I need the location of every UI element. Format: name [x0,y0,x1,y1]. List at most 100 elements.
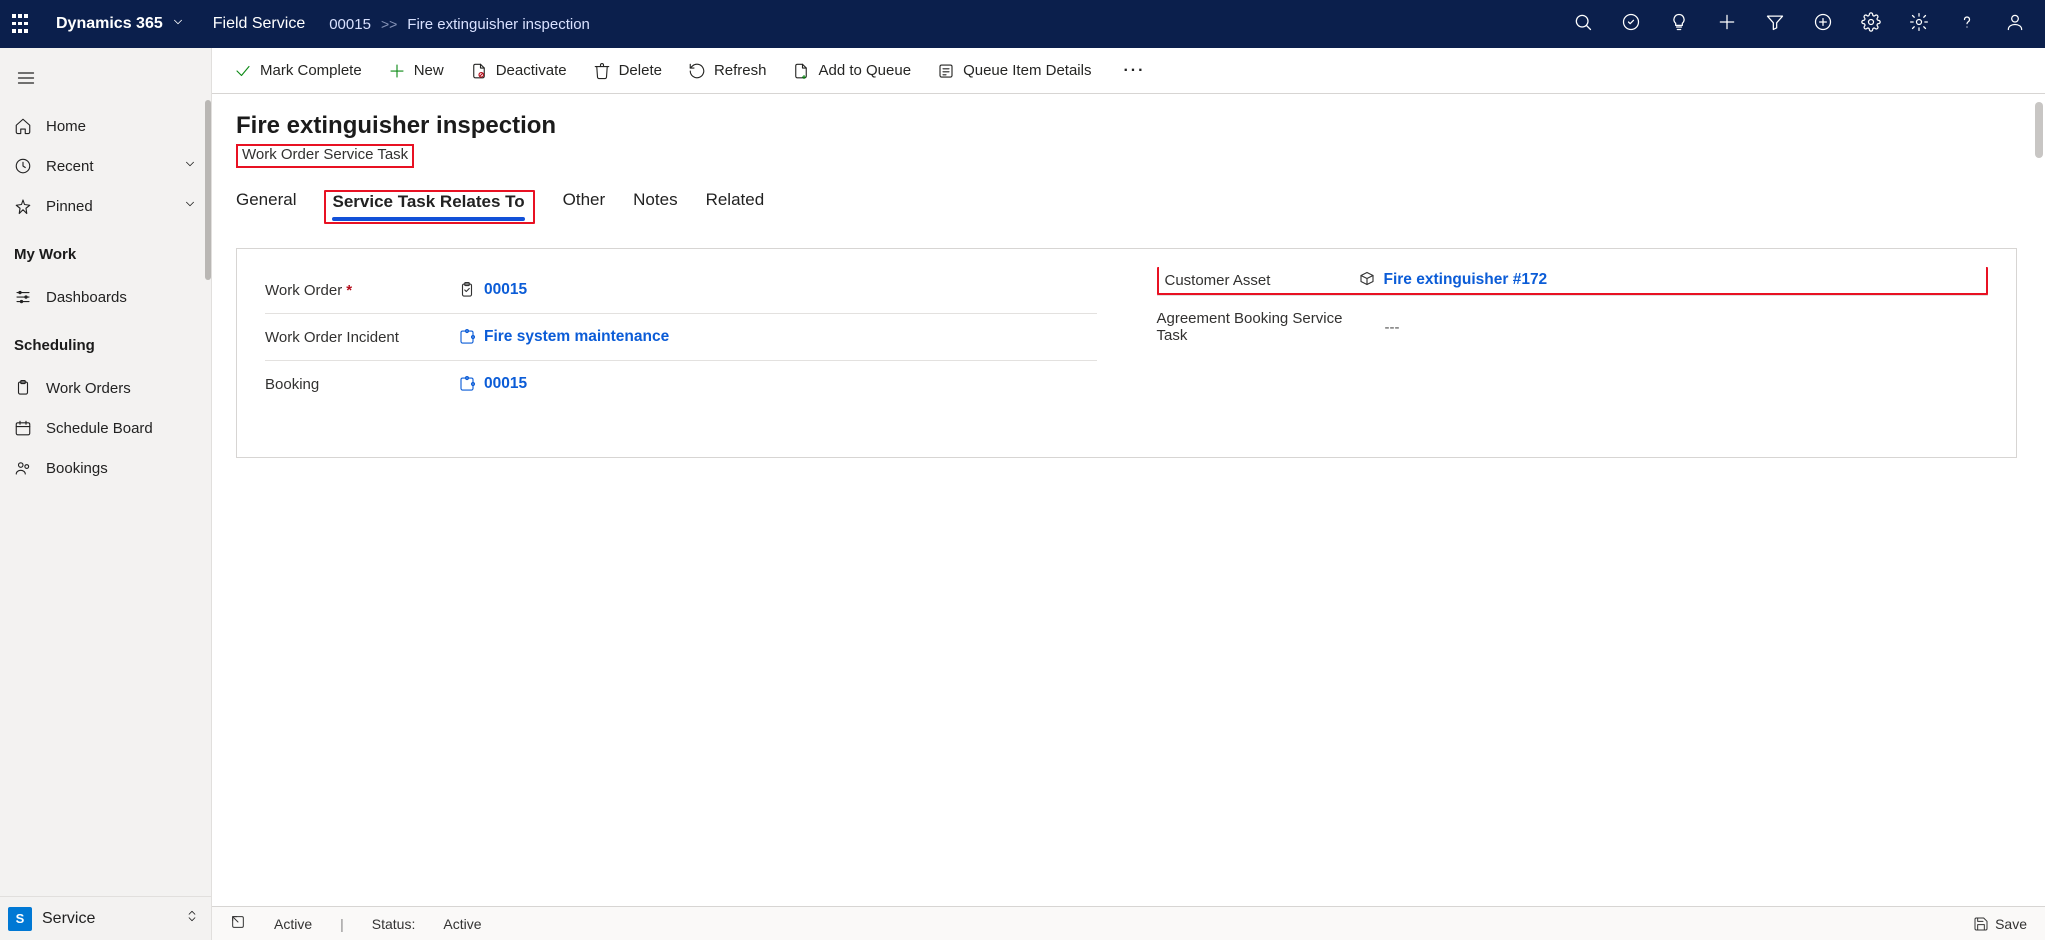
tab-notes[interactable]: Notes [633,190,677,218]
tab-other[interactable]: Other [563,190,606,218]
check-icon [234,62,252,80]
tab-related[interactable]: Related [706,190,765,218]
sidebar-item-label: Recent [46,158,94,175]
field-customer-asset: Customer Asset Fire extinguisher #172 [1157,267,1989,295]
cmd-delete[interactable]: Delete [593,62,662,80]
plus-icon[interactable] [1717,12,1737,37]
save-icon [1973,916,1989,932]
lookup-work-order-incident[interactable]: Fire system maintenance [458,328,669,346]
cmd-queue-item-details[interactable]: Queue Item Details [937,62,1091,80]
form-card: Work Order * 00015 Work Order Incident F… [236,248,2017,458]
task-icon[interactable] [1621,12,1641,37]
chevron-down-icon [183,197,197,215]
sidebar-section-scheduling: Scheduling [0,323,211,362]
subtitle-highlight: Work Order Service Task [236,144,414,168]
scrollbar-thumb[interactable] [2035,102,2043,158]
cmd-more[interactable]: ··· [1123,62,1145,80]
status-bar: Active | Status: Active Save [212,906,2045,940]
sidebar-item-bookings[interactable]: Bookings [0,448,211,488]
clock-icon [14,157,32,175]
gear-icon[interactable] [1861,12,1881,37]
cmd-add-to-queue[interactable]: Add to Queue [792,62,911,80]
add-circle-icon[interactable] [1813,12,1833,37]
area-label: Service [42,910,95,928]
clipboard-icon [14,379,32,397]
cmd-refresh[interactable]: Refresh [688,62,767,80]
area-switcher[interactable]: S Service [0,896,211,940]
puzzle-icon [458,375,476,393]
sidebar-item-label: Work Orders [46,380,131,397]
status-label: Status: [372,916,416,932]
chevron-down-icon[interactable] [171,15,185,34]
settings-icon[interactable] [1909,12,1929,37]
plus-icon [388,62,406,80]
cmd-new[interactable]: New [388,62,444,80]
field-agreement-booking-service-task: Agreement Booking Service Task --- [1157,295,1989,358]
status-value: Active [443,916,481,932]
lookup-work-order[interactable]: 00015 [458,281,527,299]
page-subtitle: Work Order Service Task [242,146,408,163]
command-bar: Mark Complete New Deactivate Delete Refr… [212,48,2045,94]
search-icon[interactable] [1573,12,1593,37]
tabs: General Service Task Relates To Other No… [236,190,2017,224]
calendar-icon [14,419,32,437]
sidebar-item-schedule-board[interactable]: Schedule Board [0,408,211,448]
document-deactivate-icon [470,62,488,80]
sidebar-item-label: Home [46,118,86,135]
tab-highlight: Service Task Relates To [324,190,534,224]
sidebar-section-mywork: My Work [0,232,211,271]
sliders-icon [14,288,32,306]
sidebar-item-label: Schedule Board [46,420,153,437]
chevron-sort-icon [185,909,205,928]
breadcrumb-sep-icon: >> [381,16,397,32]
scrollbar-thumb[interactable] [205,100,211,280]
home-icon [14,117,32,135]
app-name[interactable]: Field Service [213,15,305,33]
popout-icon[interactable] [230,914,246,933]
required-icon: * [346,282,352,299]
refresh-icon [688,62,706,80]
puzzle-icon [458,328,476,346]
sidebar-toggle[interactable] [8,60,44,96]
user-icon[interactable] [2005,12,2025,37]
bulb-icon[interactable] [1669,12,1689,37]
sidebar-item-work-orders[interactable]: Work Orders [0,368,211,408]
field-booking: Booking 00015 [265,360,1097,407]
tab-service-task-relates-to[interactable]: Service Task Relates To [332,192,524,219]
lookup-booking[interactable]: 00015 [458,375,527,393]
sidebar-item-home[interactable]: Home [0,106,211,146]
tab-general[interactable]: General [236,190,296,218]
lookup-customer-asset[interactable]: Fire extinguisher #172 [1358,271,1548,289]
breadcrumb-id[interactable]: 00015 [329,16,371,33]
topbar-actions [1573,12,2033,37]
sidebar-item-label: Bookings [46,460,108,477]
filter-icon[interactable] [1765,12,1785,37]
cube-icon [1358,271,1376,289]
field-work-order-incident: Work Order Incident Fire system maintena… [265,313,1097,360]
help-icon[interactable] [1957,12,1977,37]
breadcrumb-title[interactable]: Fire extinguisher inspection [407,16,590,33]
value-agreement-booking-service-task[interactable]: --- [1385,319,1400,336]
status-state: Active [274,916,312,932]
app-launcher-icon[interactable] [12,14,32,34]
topbar: Dynamics 365 Field Service 00015 >> Fire… [0,0,2045,48]
trash-icon [593,62,611,80]
details-icon [937,62,955,80]
save-button[interactable]: Save [1973,916,2027,932]
sidebar-item-label: Pinned [46,198,93,215]
users-icon [14,459,32,477]
brand-label[interactable]: Dynamics 365 [56,15,163,33]
sidebar: Home Recent Pinned My Work Dashboards Sc… [0,48,212,940]
clipboard-icon [458,281,476,299]
cmd-deactivate[interactable]: Deactivate [470,62,567,80]
chevron-down-icon [183,157,197,175]
page-body: Fire extinguisher inspection Work Order … [212,94,2045,906]
form-col-right: Customer Asset Fire extinguisher #172 Ag… [1157,267,1989,407]
sidebar-item-dashboards[interactable]: Dashboards [0,277,211,317]
area-badge: S [8,907,32,931]
sidebar-item-label: Dashboards [46,289,127,306]
sidebar-item-recent[interactable]: Recent [0,146,211,186]
page-title: Fire extinguisher inspection [236,112,2017,140]
cmd-mark-complete[interactable]: Mark Complete [234,62,362,80]
sidebar-item-pinned[interactable]: Pinned [0,186,211,226]
